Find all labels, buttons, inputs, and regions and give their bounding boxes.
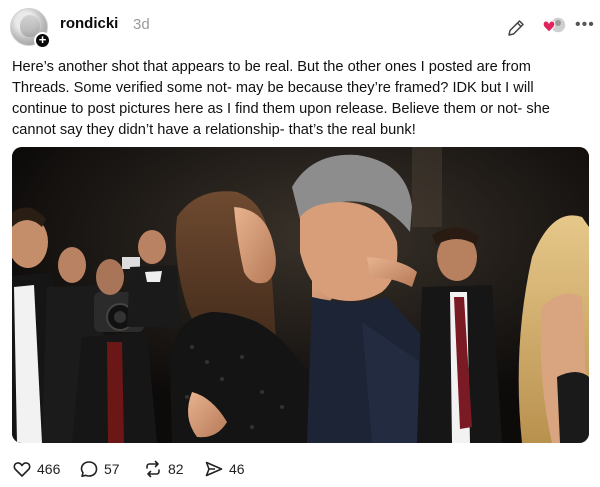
reply-count: 57 — [104, 461, 120, 477]
send-icon — [205, 461, 223, 477]
action-bar: 466 57 82 46 — [12, 458, 412, 482]
comment-bubble-icon — [80, 461, 98, 477]
like-button[interactable]: 466 — [12, 458, 60, 480]
share-count: 46 — [229, 461, 245, 477]
repost-button[interactable]: 82 — [143, 458, 184, 480]
liker-avatars-icon[interactable] — [541, 15, 567, 37]
reply-button[interactable]: 57 — [79, 458, 120, 480]
username[interactable]: rondicki — [60, 15, 118, 32]
heart-icon — [13, 462, 31, 477]
post-photo[interactable] — [12, 147, 589, 443]
post-body: Here’s another shot that appears to be r… — [12, 59, 550, 138]
post-time: 3d — [133, 16, 150, 33]
more-horizontal-icon[interactable]: ••• — [575, 16, 595, 34]
pencil-icon[interactable] — [506, 18, 526, 38]
photo-illustration — [12, 147, 589, 443]
share-button[interactable]: 46 — [204, 458, 245, 480]
follow-plus-icon[interactable]: + — [34, 32, 51, 49]
post-header: + rondicki 3d ••• — [10, 8, 594, 49]
repost-icon — [146, 460, 160, 478]
like-count: 466 — [37, 461, 61, 477]
repost-count: 82 — [168, 461, 184, 477]
